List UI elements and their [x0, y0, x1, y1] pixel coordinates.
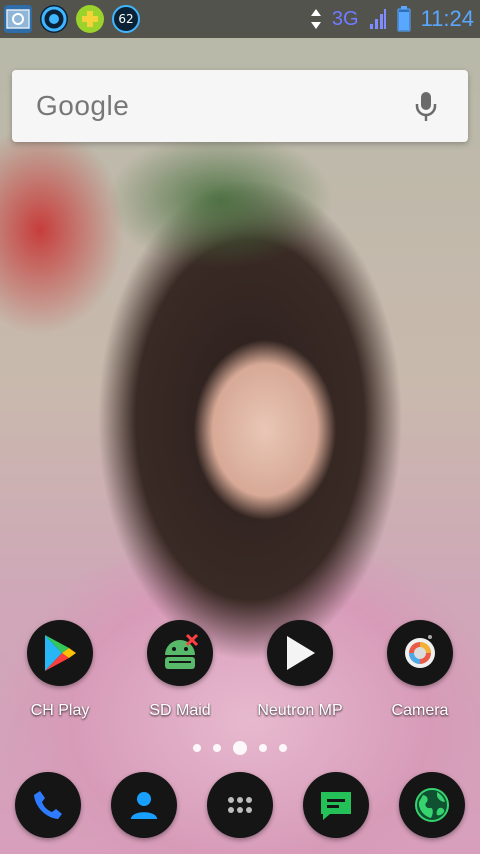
android-robot-icon: [147, 620, 213, 686]
page-dot[interactable]: [193, 744, 201, 752]
plus-notification-icon[interactable]: [76, 5, 104, 33]
page-indicator[interactable]: [0, 740, 480, 756]
signal-strength-icon: [369, 9, 386, 29]
browser-button[interactable]: [399, 772, 465, 838]
page-dot[interactable]: [213, 744, 221, 752]
contacts-button[interactable]: [111, 772, 177, 838]
mic-icon[interactable]: [414, 90, 438, 124]
phone-icon: [34, 791, 62, 819]
google-logo: Google: [36, 90, 130, 121]
count-notification-icon[interactable]: 62: [112, 5, 140, 33]
app-label: SD Maid: [149, 702, 211, 719]
browser-globe-icon: [415, 788, 449, 822]
contacts-icon: [131, 792, 157, 819]
clock: 11:24: [420, 6, 474, 31]
data-transfer-icon: [310, 9, 321, 29]
messages-icon: [321, 792, 351, 820]
app-sd-maid[interactable]: SD Maid: [125, 620, 235, 720]
app-label: CH Play: [30, 702, 90, 719]
network-type: 3G: [331, 7, 359, 30]
play-store-icon: [27, 620, 93, 686]
app-camera[interactable]: Camera: [365, 620, 475, 720]
notification-count: 62: [118, 12, 134, 26]
page-dot-current[interactable]: [233, 741, 247, 755]
page-dot[interactable]: [279, 744, 287, 752]
page-dot[interactable]: [259, 744, 267, 752]
camera-lens-icon: [387, 620, 453, 686]
app-drawer-icon: [228, 797, 252, 813]
messages-button[interactable]: [303, 772, 369, 838]
phone-button[interactable]: [15, 772, 81, 838]
app-label: Camera: [391, 702, 449, 719]
app-ch-play[interactable]: CH Play: [5, 620, 115, 720]
app-label: Neutron MP: [257, 702, 343, 719]
google-search-bar[interactable]: Google: [12, 70, 468, 142]
dock: [0, 772, 480, 842]
sync-notification-icon[interactable]: [40, 5, 68, 33]
play-icon: [267, 620, 333, 686]
battery-icon: [397, 6, 411, 32]
screenshot-notification-icon[interactable]: [4, 5, 32, 33]
app-drawer-button[interactable]: [207, 772, 273, 838]
status-bar: 62 3G 11:24: [0, 0, 480, 38]
home-apps-row: CH Play SD Maid Neutron MP Camera: [0, 620, 480, 720]
app-neutron-mp[interactable]: Neutron MP: [245, 620, 355, 720]
